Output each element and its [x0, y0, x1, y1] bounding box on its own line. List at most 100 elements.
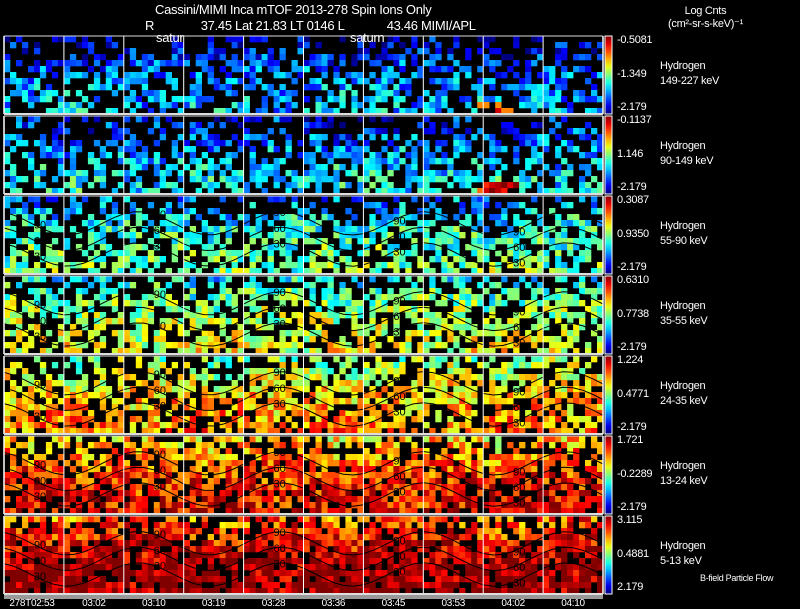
heatmap-cell: [573, 356, 580, 363]
heatmap-cell: [45, 96, 53, 103]
heatmap-cell: [195, 158, 202, 165]
heatmap-cell: [447, 158, 454, 165]
heatmap-cell: [579, 90, 586, 97]
heatmap-cell: [183, 54, 190, 61]
heatmap-cell: [525, 60, 532, 67]
heatmap-cell: [39, 528, 47, 535]
heatmap-cell: [123, 214, 131, 221]
heatmap-cell: [405, 164, 412, 171]
heatmap-cell: [549, 90, 556, 97]
heatmap-cell: [321, 250, 328, 257]
heatmap-cell: [585, 422, 592, 429]
heatmap-cell: [477, 152, 484, 159]
heatmap-cell: [159, 362, 166, 369]
heatmap-cell: [51, 238, 59, 245]
heatmap-cell: [93, 276, 101, 283]
heatmap-cell: [465, 182, 472, 189]
heatmap-cell: [249, 134, 256, 141]
heatmap-cell: [189, 490, 196, 497]
heatmap-cell: [381, 146, 388, 153]
heatmap-cell: [297, 496, 304, 503]
heatmap-cell: [381, 502, 388, 509]
heatmap-cell: [561, 442, 568, 449]
heatmap-cell: [249, 496, 256, 503]
heatmap-cell: [321, 152, 328, 159]
heatmap-cell: [153, 502, 161, 509]
heatmap-cell: [435, 502, 442, 509]
heatmap-cell: [375, 410, 382, 417]
heatmap-cell: [537, 152, 544, 159]
heatmap-cell: [99, 442, 107, 449]
heatmap-cell: [429, 36, 436, 43]
heatmap-cell: [327, 60, 334, 67]
heatmap-cell: [165, 202, 172, 209]
heatmap-cell: [189, 294, 196, 301]
heatmap-cell: [171, 582, 178, 589]
heatmap-cell: [207, 306, 214, 313]
heatmap-cell: [171, 528, 178, 535]
heatmap-cell: [489, 478, 496, 485]
heatmap-cell: [297, 312, 304, 319]
heatmap-cell: [237, 196, 244, 203]
heatmap-cell: [255, 436, 262, 443]
heatmap-cell: [141, 342, 149, 349]
heatmap-cell: [171, 546, 178, 553]
heatmap-cell: [327, 152, 334, 159]
heatmap-cell: [321, 196, 328, 203]
heatmap-cell: [255, 182, 262, 189]
heatmap-cell: [249, 152, 256, 159]
heatmap-cell: [477, 460, 484, 467]
heatmap-cell: [561, 72, 568, 79]
heatmap-cell: [51, 128, 59, 135]
heatmap-cell: [105, 244, 113, 251]
heatmap-cell: [189, 122, 196, 129]
heatmap-cell: [159, 256, 166, 263]
heatmap-cell: [153, 60, 161, 67]
heatmap-cell: [81, 196, 89, 203]
heatmap-cell: [249, 202, 256, 209]
heatmap-cell: [159, 576, 166, 583]
heatmap-cell: [171, 448, 178, 455]
heatmap-cell: [459, 146, 466, 153]
heatmap-cell: [411, 146, 418, 153]
heatmap-cell: [579, 442, 586, 449]
heatmap-cell: [345, 306, 352, 313]
heatmap-cell: [189, 448, 196, 455]
heatmap-cell: [489, 398, 496, 405]
heatmap-cell: [543, 102, 550, 109]
heatmap-cell: [381, 422, 388, 429]
heatmap-cell: [69, 170, 77, 177]
heatmap-cell: [291, 238, 298, 245]
heatmap-cell: [309, 122, 316, 129]
heatmap-cell: [369, 436, 376, 443]
heatmap-cell: [213, 356, 220, 363]
heatmap-cell: [237, 78, 244, 85]
heatmap-cell: [75, 558, 83, 565]
heatmap-cell: [465, 72, 472, 79]
heatmap-cell: [51, 176, 59, 183]
heatmap-cell: [375, 90, 382, 97]
heatmap-cell: [549, 238, 556, 245]
heatmap-cell: [549, 496, 556, 503]
heatmap-cell: [195, 84, 202, 91]
heatmap-cell: [171, 306, 178, 313]
heatmap-cell: [10, 250, 17, 257]
heatmap-cell: [519, 96, 526, 103]
heatmap-cell: [243, 96, 250, 103]
heatmap-cell: [279, 196, 286, 203]
heatmap-cell: [369, 96, 376, 103]
heatmap-cell: [117, 416, 125, 423]
heatmap-cell: [225, 294, 232, 301]
heatmap-cell: [585, 152, 592, 159]
heatmap-cell: [153, 182, 161, 189]
heatmap-cell: [411, 102, 418, 109]
heatmap-cell: [489, 48, 496, 55]
heatmap-cell: [117, 134, 125, 141]
heatmap-cell: [321, 214, 328, 221]
heatmap-cell: [357, 386, 364, 393]
heatmap-cell: [471, 398, 478, 405]
heatmap-cell: [207, 398, 214, 405]
heatmap-cell: [45, 288, 53, 295]
heatmap-cell: [459, 262, 466, 269]
heatmap-cell: [261, 336, 268, 343]
